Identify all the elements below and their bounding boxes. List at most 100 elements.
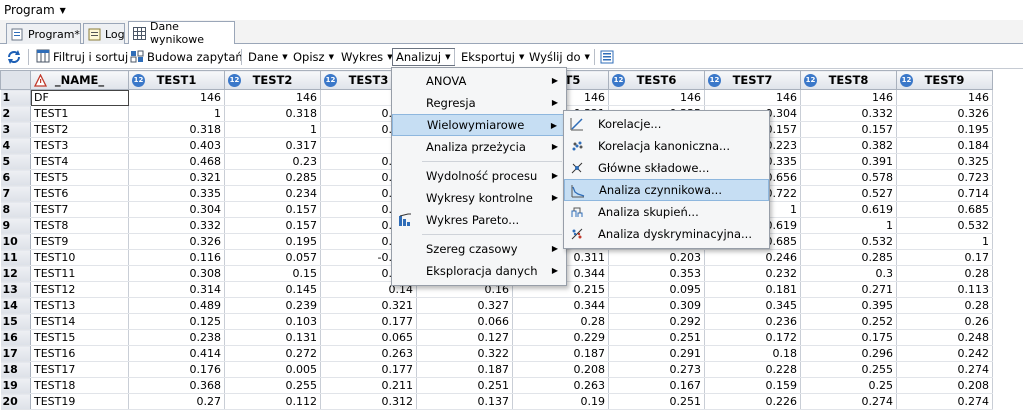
value-cell[interactable]: 0.239 xyxy=(224,297,321,314)
value-cell[interactable]: 0.137 xyxy=(416,393,513,410)
value-cell[interactable]: 0.167 xyxy=(608,377,705,394)
value-cell[interactable]: 0.005 xyxy=(224,361,321,378)
name-cell[interactable]: TEST14 xyxy=(30,313,129,330)
value-cell[interactable]: 0.414 xyxy=(128,345,225,362)
value-cell[interactable]: 0.252 xyxy=(800,313,897,330)
value-cell[interactable]: 0.095 xyxy=(608,281,705,298)
value-cell[interactable]: 0.18 xyxy=(704,345,801,362)
value-cell[interactable]: 0.19 xyxy=(512,393,609,410)
value-cell[interactable]: 0.103 xyxy=(224,313,321,330)
query-builder-button[interactable]: Budowa zapytań xyxy=(130,48,243,66)
name-cell[interactable]: TEST3 xyxy=(30,137,129,154)
value-cell[interactable]: 0.271 xyxy=(800,281,897,298)
value-cell[interactable]: 1 xyxy=(224,121,321,138)
value-cell[interactable]: 1 xyxy=(800,217,897,234)
table-row[interactable]: 20 TEST19 0.27 0.112 0.312 0.137 0.19 0.251 0.22… xyxy=(0,393,993,410)
value-cell[interactable]: 0.322 xyxy=(416,345,513,362)
analyze-menu-button[interactable]: Analizuj ▼ xyxy=(392,48,455,66)
value-cell[interactable]: 0.272 xyxy=(224,345,321,362)
tab-program[interactable]: Program* xyxy=(6,23,81,44)
value-cell[interactable]: 0.3 xyxy=(800,265,897,282)
value-cell[interactable]: 0.285 xyxy=(224,169,321,186)
value-cell[interactable]: 0.057 xyxy=(224,249,321,266)
value-cell[interactable]: 0.177 xyxy=(320,361,417,378)
row-number[interactable]: 13 xyxy=(0,281,31,298)
tab-log[interactable]: Log xyxy=(83,23,125,44)
value-cell[interactable]: 0.308 xyxy=(128,265,225,282)
value-cell[interactable]: 0.723 xyxy=(896,169,993,186)
column-header-name[interactable]: _NAME_ xyxy=(30,70,129,90)
graph-menu-button[interactable]: Wykres ▼ xyxy=(341,48,393,66)
value-cell[interactable]: 0.17 xyxy=(896,249,993,266)
name-cell[interactable]: TEST2 xyxy=(30,121,129,138)
name-cell[interactable]: TEST8 xyxy=(30,217,129,234)
value-cell[interactable]: 0.314 xyxy=(128,281,225,298)
value-cell[interactable]: 0.263 xyxy=(320,345,417,362)
value-cell[interactable]: 0.065 xyxy=(320,329,417,346)
value-cell[interactable]: 0.403 xyxy=(128,137,225,154)
value-cell[interactable]: 0.208 xyxy=(512,361,609,378)
column-header-test9[interactable]: 12 TEST9 xyxy=(896,70,993,90)
value-cell[interactable]: 0.468 xyxy=(128,153,225,170)
value-cell[interactable]: 0.489 xyxy=(128,297,225,314)
column-header-test8[interactable]: 12 TEST8 xyxy=(800,70,897,90)
name-cell[interactable]: TEST4 xyxy=(30,153,129,170)
value-cell[interactable]: 0.127 xyxy=(416,329,513,346)
name-cell[interactable]: TEST10 xyxy=(30,249,129,266)
value-cell[interactable]: 0.578 xyxy=(800,169,897,186)
value-cell[interactable]: 0.157 xyxy=(800,121,897,138)
row-number[interactable]: 17 xyxy=(0,345,31,362)
menu-item-pareto[interactable]: Wykres Pareto... xyxy=(392,209,566,231)
row-number[interactable]: 1 xyxy=(0,89,31,106)
value-cell[interactable]: 0.116 xyxy=(128,249,225,266)
value-cell[interactable]: 0.27 xyxy=(128,393,225,410)
value-cell[interactable]: 0.26 xyxy=(896,313,993,330)
value-cell[interactable]: 0.246 xyxy=(704,249,801,266)
row-number[interactable]: 8 xyxy=(0,201,31,218)
value-cell[interactable]: 0.312 xyxy=(320,393,417,410)
row-number[interactable]: 4 xyxy=(0,137,31,154)
menu-item-cluster-analysis[interactable]: Analiza skupień... xyxy=(564,201,769,223)
menu-item-survival[interactable]: Analiza przeżycia ▶ xyxy=(392,136,566,158)
row-number[interactable]: 19 xyxy=(0,377,31,394)
value-cell[interactable]: 0.203 xyxy=(608,249,705,266)
row-number[interactable]: 12 xyxy=(0,265,31,282)
menu-item-principal-components[interactable]: Główne składowe... xyxy=(564,157,769,179)
value-cell[interactable]: 0.28 xyxy=(896,297,993,314)
value-cell[interactable]: 146 xyxy=(704,89,801,106)
value-cell[interactable]: 0.25 xyxy=(800,377,897,394)
value-cell[interactable]: 0.251 xyxy=(416,377,513,394)
value-cell[interactable]: 0.327 xyxy=(416,297,513,314)
value-cell[interactable]: 0.309 xyxy=(608,297,705,314)
value-cell[interactable]: 0.229 xyxy=(512,329,609,346)
value-cell[interactable]: 0.251 xyxy=(608,393,705,410)
value-cell[interactable]: 0.291 xyxy=(608,345,705,362)
export-menu-button[interactable]: Eksportuj ▼ xyxy=(461,48,524,66)
value-cell[interactable]: 0.176 xyxy=(128,361,225,378)
table-row[interactable]: 19 TEST18 0.368 0.255 0.211 0.251 0.263 0.167 0.… xyxy=(0,377,993,394)
value-cell[interactable]: 0.242 xyxy=(896,345,993,362)
value-cell[interactable]: 0.255 xyxy=(800,361,897,378)
value-cell[interactable]: 0.532 xyxy=(896,217,993,234)
value-cell[interactable]: 146 xyxy=(224,89,321,106)
menu-item-factor-analysis[interactable]: Analiza czynnikowa... xyxy=(564,179,769,201)
menu-item-regression[interactable]: Regresja ▶ xyxy=(392,92,566,114)
row-number[interactable]: 2 xyxy=(0,105,31,122)
value-cell[interactable]: 0.159 xyxy=(704,377,801,394)
value-cell[interactable]: 0.318 xyxy=(224,105,321,122)
menu-item-multivariate[interactable]: Wielowymiarowe ▶ xyxy=(392,114,566,136)
value-cell[interactable]: 0.344 xyxy=(512,297,609,314)
value-cell[interactable]: 0.15 xyxy=(224,265,321,282)
value-cell[interactable]: 0.326 xyxy=(128,233,225,250)
menu-item-anova[interactable]: ANOVA ▶ xyxy=(392,70,566,92)
value-cell[interactable]: 0.321 xyxy=(320,297,417,314)
value-cell[interactable]: 0.066 xyxy=(416,313,513,330)
value-cell[interactable]: 0.234 xyxy=(224,185,321,202)
menu-item-data-mining[interactable]: Eksploracja danych ▶ xyxy=(392,260,566,282)
name-cell[interactable]: TEST17 xyxy=(30,361,129,378)
value-cell[interactable]: 0.187 xyxy=(416,361,513,378)
menu-item-time-series[interactable]: Szereg czasowy ▶ xyxy=(392,238,566,260)
name-cell[interactable]: TEST7 xyxy=(30,201,129,218)
value-cell[interactable]: 0.251 xyxy=(608,329,705,346)
row-number[interactable]: 6 xyxy=(0,169,31,186)
